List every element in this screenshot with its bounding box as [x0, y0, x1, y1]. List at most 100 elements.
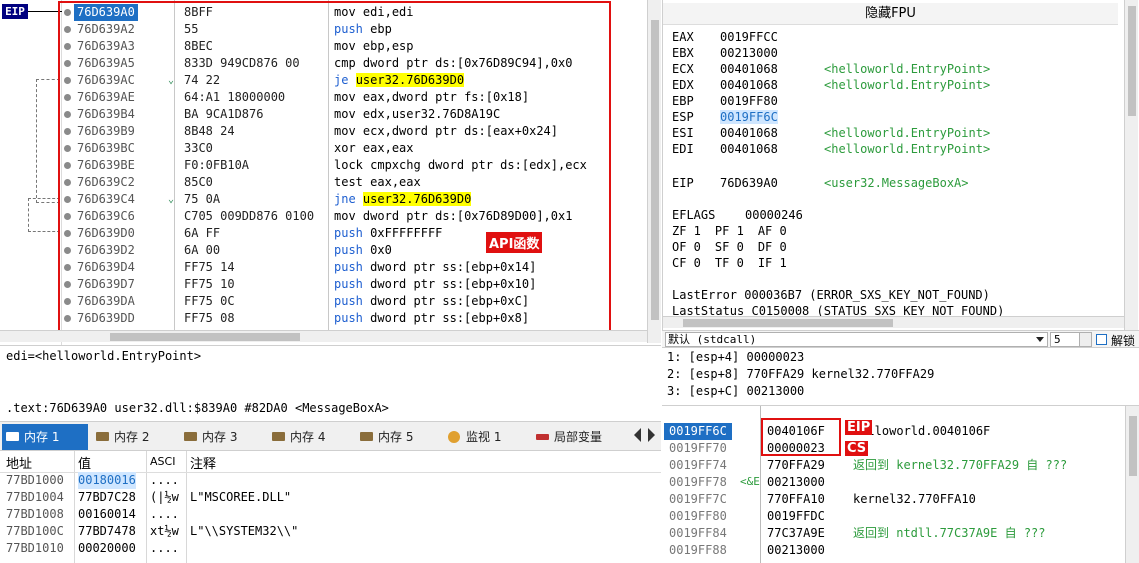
flag[interactable]: OF 0 — [672, 240, 701, 254]
stack-row[interactable]: 0019FF74 770FFA29 返回到 kernel32.770FFA29 自 … — [662, 457, 1139, 474]
register-esi[interactable]: ESI 00401068 <helloworld.EntryPoint> — [672, 126, 990, 140]
dump-tabs[interactable]: 内存 1 内存 2 内存 3 内存 4 内存 5 监视 1 局部变量 — [0, 421, 661, 451]
stack-row[interactable]: 0019FF84 77C37A9E 返回到 ntdll.77C37A9E 自 ??? — [662, 525, 1139, 542]
regs-vscrollbar[interactable] — [1124, 0, 1138, 330]
eip-annotation: EIP — [845, 420, 873, 435]
stack-address: 0019FF7C — [669, 492, 727, 506]
flag[interactable]: AF 0 — [758, 224, 787, 238]
disasm-vscrollbar[interactable] — [647, 0, 661, 343]
stack-comment: helloworld.0040106F — [853, 424, 991, 438]
scroll-thumb[interactable] — [110, 333, 300, 341]
unlock-label: 解锁 — [1111, 334, 1136, 348]
flag[interactable]: CF 0 — [672, 256, 701, 270]
flag[interactable]: DF 0 — [758, 240, 787, 254]
tab-locals[interactable]: 局部变量 — [532, 424, 628, 450]
dump-header-address[interactable]: 地址 — [6, 453, 32, 472]
tab-scroll-left-icon[interactable] — [634, 428, 641, 442]
stack-value: 77C37A9E — [767, 526, 825, 540]
register-edx[interactable]: EDX 00401068 <helloworld.EntryPoint> — [672, 78, 990, 92]
stack-address: 0019FF80 — [669, 509, 727, 523]
flags-row[interactable]: OF 0 SF 0 DF 0 — [672, 240, 801, 254]
flag[interactable]: PF 1 — [715, 224, 744, 238]
dump-row[interactable]: 77BD1000 00180016.... — [0, 472, 661, 489]
stack-row[interactable]: 0019FF7C 770FFA10 kernel32.770FFA10 — [662, 491, 1139, 508]
register-ebp[interactable]: EBP 0019FF80 — [672, 94, 824, 108]
dump-value: 00020000 — [78, 541, 136, 555]
dump-header-value[interactable]: 值 — [78, 453, 91, 472]
stack-row[interactable]: 0019FF88 00213000 — [662, 542, 1139, 559]
memory-icon — [360, 432, 373, 441]
dump-address: 77BD1004 — [6, 490, 64, 504]
dump-header-ascii[interactable]: ASCI — [150, 455, 175, 468]
dump-row[interactable]: 77BD100C 77BD7478 xt½w L"\\SYSTEM32\\" — [0, 523, 661, 540]
calling-convention-select[interactable]: 默认 (stdcall) — [665, 332, 1048, 347]
dump-row[interactable]: 77BD1004 77BD7C28 (|½w L"MSCOREE.DLL" — [0, 489, 661, 506]
dump-address: 77BD1000 — [6, 473, 64, 487]
dump-header-comment[interactable]: 注释 — [190, 453, 216, 472]
stack-comment: 返回到 ntdll.77C37A9E 自 ??? — [853, 526, 1046, 540]
args-toolbar: 默认 (stdcall) 5 解锁 — [662, 330, 1139, 348]
dump-value: 77BD7478 — [78, 524, 136, 538]
register-esp[interactable]: ESP 0019FF6C — [672, 110, 824, 124]
register-edi[interactable]: EDI 00401068 <helloworld.EntryPoint> — [672, 142, 990, 156]
stack-address: 0019FF84 — [669, 526, 727, 540]
stack-row[interactable]: 0019FF70 00000023 — [662, 440, 1139, 457]
dump-row[interactable]: 77BD1010 00020000.... — [0, 540, 661, 557]
tab-memory-1[interactable]: 内存 1 — [2, 424, 88, 450]
unlock-checkbox[interactable] — [1096, 334, 1107, 345]
flag[interactable]: SF 0 — [715, 240, 744, 254]
flag[interactable]: TF 0 — [715, 256, 744, 270]
scroll-thumb[interactable] — [1129, 416, 1137, 476]
registers-pane[interactable]: 隐藏FPU EAX 0019FFCC EBX 00213000 ECX 00401068 <… — [662, 0, 1139, 330]
register-eax[interactable]: EAX 0019FFCC — [672, 30, 824, 44]
stack-value: 0019FFDC — [767, 509, 825, 523]
register-ebx[interactable]: EBX 00213000 — [672, 46, 824, 60]
info-operand: edi=<helloworld.EntryPoint> — [6, 349, 202, 363]
disassembly-pane[interactable]: EIP 76D639A0 8BFF mov edi,edi 76D639A2 55 pus… — [0, 0, 661, 345]
arguments-pane[interactable]: 1: [esp+4] 00000023 2: [esp+8] 770FFA29 … — [662, 348, 1139, 405]
tab-memory-3[interactable]: 内存 3 — [180, 424, 264, 450]
flag[interactable]: ZF 1 — [672, 224, 701, 238]
stack-row[interactable]: 0019FF6C 0040106F helloworld.0040106F — [662, 423, 1139, 440]
flag[interactable]: IF 1 — [758, 256, 787, 270]
arg-row[interactable]: 1: [esp+4] 00000023 — [667, 350, 804, 364]
tab-memory-2[interactable]: 内存 2 — [92, 424, 176, 450]
tab-memory-4[interactable]: 内存 4 — [268, 424, 352, 450]
regs-hscrollbar[interactable] — [663, 316, 1124, 328]
arg-count-stepper[interactable]: 5 — [1050, 332, 1092, 347]
disasm-hscrollbar[interactable] — [0, 330, 648, 342]
dump-row[interactable]: 77BD1008 00160014.... — [0, 506, 661, 523]
ebp-marker: <&E — [740, 475, 760, 488]
memory-dump[interactable]: 地址 值 ASCI 注释 77BD1000 00180016.... 77BD100… — [0, 451, 661, 563]
stack-row[interactable]: 0019FF80 0019FFDC — [662, 508, 1139, 525]
tab-watch-1[interactable]: 监视 1 — [444, 424, 528, 450]
dump-comment: L"\\SYSTEM32\\" — [190, 524, 299, 538]
arg-row[interactable]: 2: [esp+8] 770FFA29 kernel32.770FFA29 — [667, 367, 934, 381]
tab-scroll-right-icon[interactable] — [648, 428, 655, 442]
memory-icon — [184, 432, 197, 441]
stepper-arrows-icon[interactable] — [1079, 333, 1091, 346]
flags-row[interactable]: ZF 1 PF 1 AF 0 — [672, 224, 801, 238]
stack-row[interactable]: 0019FF78 00213000 — [662, 474, 1139, 491]
memory-icon — [96, 432, 109, 441]
toggle-fpu-button[interactable]: 隐藏FPU — [663, 3, 1118, 25]
jump-arrow — [36, 79, 60, 203]
stack-pane[interactable]: 0019FF6C 0040106F helloworld.0040106F 0019F… — [662, 405, 1139, 563]
scroll-thumb[interactable] — [1128, 6, 1136, 116]
api-highlight-box — [58, 1, 611, 334]
scroll-thumb[interactable] — [651, 20, 659, 320]
register-eip[interactable]: EIP 76D639A0 <user32.MessageBoxA> — [672, 176, 969, 190]
tab-memory-5[interactable]: 内存 5 — [356, 424, 440, 450]
scroll-thumb[interactable] — [683, 319, 893, 327]
arg-row[interactable]: 3: [esp+C] 00213000 — [667, 384, 804, 398]
stack-address: 0019FF70 — [669, 441, 727, 455]
stack-value: 00213000 — [767, 475, 825, 489]
register-ecx[interactable]: ECX 00401068 <helloworld.EntryPoint> — [672, 62, 990, 76]
dump-address: 77BD1010 — [6, 541, 64, 555]
register-eflags[interactable]: EFLAGS 00000246 — [672, 208, 803, 222]
flags-row[interactable]: CF 0 TF 0 IF 1 — [672, 256, 801, 270]
dump-ascii: .... — [150, 541, 179, 555]
stack-vscrollbar[interactable] — [1125, 406, 1139, 563]
dump-comment: L"MSCOREE.DLL" — [190, 490, 292, 504]
dump-address: 77BD1008 — [6, 507, 64, 521]
